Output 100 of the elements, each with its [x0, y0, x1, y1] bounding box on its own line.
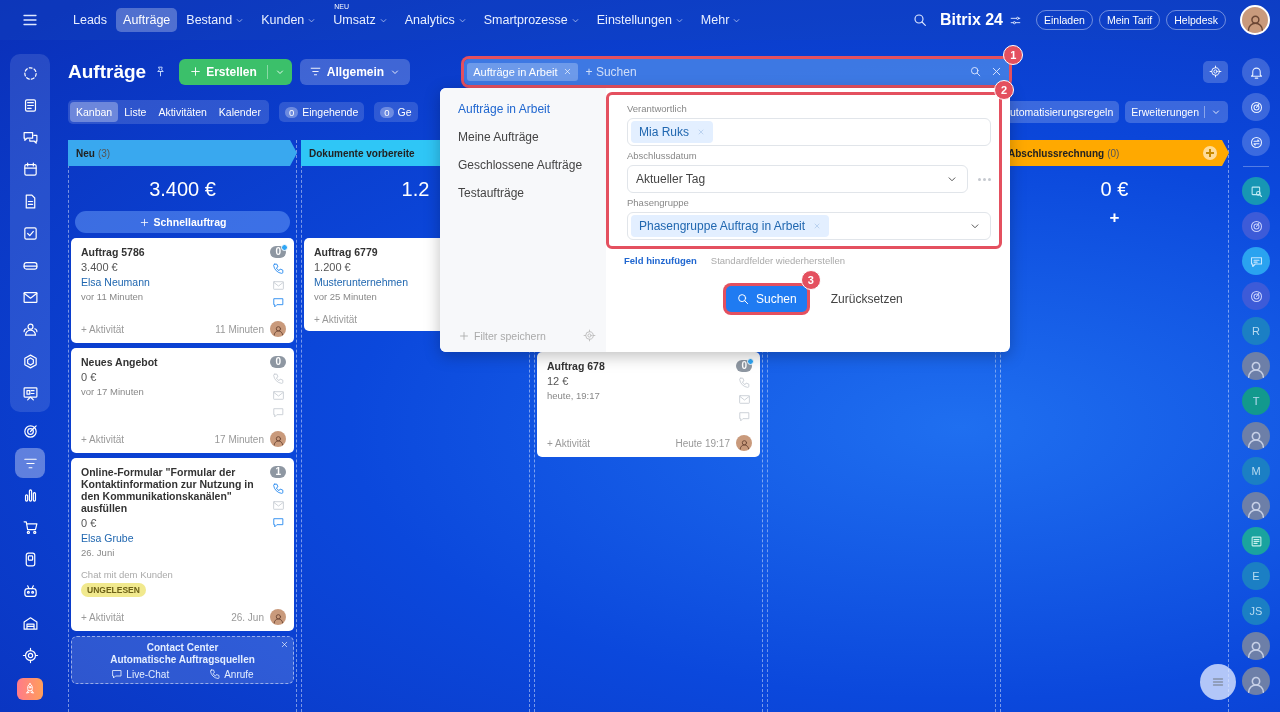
quick-add-button[interactable]: Schnellauftrag	[75, 211, 290, 233]
tag-field[interactable]: Phasengruppe Auftrag in Arbeit	[627, 212, 991, 240]
activity-counter: 0	[736, 360, 752, 372]
stage-total: 1.2	[401, 177, 430, 202]
extensions-button[interactable]: Erweiterungen	[1125, 101, 1228, 123]
counter-button[interactable]: 0 Eingehende	[278, 102, 365, 122]
nav-tab[interactable]: Analytics	[397, 8, 475, 32]
stage-count: (0)	[1107, 147, 1120, 159]
contact-avatar[interactable]	[1242, 492, 1270, 520]
banner-title: Contact Center	[146, 642, 219, 654]
close-icon	[697, 128, 705, 136]
user-avatar[interactable]	[1240, 5, 1270, 35]
list-button[interactable]	[1200, 664, 1236, 700]
counter-button[interactable]: 0 Ge	[374, 102, 418, 122]
add-activity-link[interactable]: + Aktivität	[81, 611, 125, 623]
rocket-icon	[23, 682, 37, 696]
stage-total: 3.400 €	[149, 177, 216, 202]
source-label[interactable]: Live-Chat	[126, 668, 170, 680]
contact-avatar[interactable]	[1242, 422, 1270, 450]
select-field[interactable]: Aktueller Tag	[627, 165, 968, 193]
stage-title: Abschlussrechnung	[1008, 147, 1105, 159]
nav-tab[interactable]: Aufträge	[116, 8, 178, 32]
mail-icon	[737, 393, 751, 406]
search-icon	[911, 12, 928, 28]
filter-preset[interactable]: Aufträge in Arbeit	[458, 102, 596, 116]
deal-card[interactable]: Neues Angebot 0 € vor 17 Minuten 0 + Aktivität 17 Minuten	[71, 348, 294, 453]
add-activity-link[interactable]: + Aktivität	[547, 437, 591, 449]
contact-initials[interactable]: JS	[1242, 597, 1270, 625]
nav-tab[interactable]: Bestand	[179, 8, 253, 32]
view-tab[interactable]: Kanban	[70, 102, 119, 122]
chat-swap-icon	[1248, 134, 1264, 150]
plus-icon	[138, 216, 150, 228]
cart-icon	[21, 518, 39, 536]
nav-tab[interactable]: Kunden	[254, 8, 325, 32]
page-title: Aufträge	[68, 60, 147, 83]
chat-icon	[111, 668, 124, 680]
last-activity-time: Heute 19:17	[675, 437, 730, 449]
add-activity-link[interactable]: + Aktivität	[314, 314, 358, 325]
tag-field[interactable]: Mia Ruks	[627, 118, 991, 146]
deal-date: vor 11 Minuten	[81, 291, 144, 302]
deal-amount: 0 €	[81, 371, 97, 383]
filter-search-field[interactable]: Aufträge in Arbeit + Suchen	[464, 58, 1010, 85]
stage-title: Neu	[76, 147, 95, 159]
count-badge: 0	[380, 106, 394, 118]
filter-preset[interactable]: Meine Aufträge	[458, 130, 596, 144]
contact-initials[interactable]: E	[1242, 562, 1270, 590]
tag-chip[interactable]: Mia Ruks	[631, 121, 713, 143]
deal-card[interactable]: Auftrag 5786 3.400 € Elsa Neumann vor 11 Minuten 0 + Aktivität 11 Minuten	[71, 238, 294, 343]
nav-tab[interactable]: Mehr	[693, 8, 750, 32]
add-activity-link[interactable]: + Aktivität	[81, 323, 125, 335]
contact-avatar[interactable]	[1242, 352, 1270, 380]
activity-counter: 1	[270, 466, 286, 478]
add-activity-link[interactable]: + Aktivität	[81, 433, 125, 445]
view-tab[interactable]: Aktivitäten	[152, 102, 213, 122]
contact-avatar[interactable]	[1242, 667, 1270, 695]
category-button[interactable]: Allgemein	[299, 58, 411, 85]
contact-link[interactable]: Elsa Neumann	[81, 276, 150, 288]
dots-circle-icon	[21, 64, 39, 82]
filter-preset[interactable]: Testaufträge	[458, 186, 596, 200]
stage-title: Dokumente vorbereite	[309, 147, 415, 159]
ring-app-icon	[1248, 218, 1264, 234]
view-tab[interactable]: Liste	[118, 102, 153, 122]
hexagon-icon	[21, 352, 39, 370]
filter-preset[interactable]: Geschlossene Aufträge	[458, 158, 596, 172]
add-stage-icon[interactable]	[1203, 146, 1217, 160]
contact-link[interactable]: Musterunternehmen	[314, 276, 408, 288]
launcher-button[interactable]	[17, 678, 43, 700]
mail-icon	[271, 279, 285, 292]
unread-dot	[747, 358, 754, 365]
stage-total: 0 €	[1100, 177, 1129, 202]
deal-amount: 12 €	[547, 375, 569, 387]
nav-tab[interactable]: Einstellungen	[589, 8, 692, 32]
close-icon	[562, 67, 572, 76]
unread-dot	[281, 244, 288, 251]
settings-button[interactable]	[1203, 60, 1228, 83]
settings-icon	[21, 646, 39, 664]
search-app-icon	[1248, 183, 1264, 199]
activity-counter: 0	[270, 246, 286, 258]
plus-icon	[189, 65, 203, 78]
callout-badge: 1	[1003, 44, 1024, 65]
nav-tab[interactable]: Smartprozesse	[476, 8, 588, 32]
view-tab[interactable]: Kalender	[212, 102, 267, 122]
settings-icon	[583, 329, 596, 342]
mail-icon	[271, 499, 285, 512]
last-activity-time: 26. Jun	[231, 611, 264, 623]
filter-icon	[308, 65, 322, 78]
nav-tab[interactable]: Leads	[66, 8, 115, 32]
contact-avatar[interactable]	[1242, 632, 1270, 660]
tag-chip[interactable]: Phasengruppe Auftrag in Arbeit	[631, 215, 830, 237]
add-field-link[interactable]: Feld hinzufügen	[624, 255, 697, 266]
contact-initials[interactable]: M	[1242, 457, 1270, 485]
deal-card[interactable]: Auftrag 678 12 € heute, 19:17 0 + Aktivität Heute 19:17	[537, 352, 760, 457]
reset-button[interactable]: Zurücksetzen	[824, 291, 909, 307]
source-label[interactable]: Anrufe	[224, 668, 254, 680]
deal-card[interactable]: Online-Formular "Formular der Kontaktinformation zur Nutzung in den Kommunikationskanälen" ausfüllen 0 € Elsa Grube 26. Juni Chat mit dem Kunden UNGELESEN 1 + Aktivität 26. Jun	[71, 458, 294, 631]
contact-initials[interactable]: R	[1242, 317, 1270, 345]
contact-link[interactable]: Elsa Grube	[81, 532, 134, 544]
notification-icon	[1248, 64, 1264, 80]
search-button[interactable]: Suchen	[726, 286, 807, 312]
add-button[interactable]: +	[1105, 208, 1124, 228]
